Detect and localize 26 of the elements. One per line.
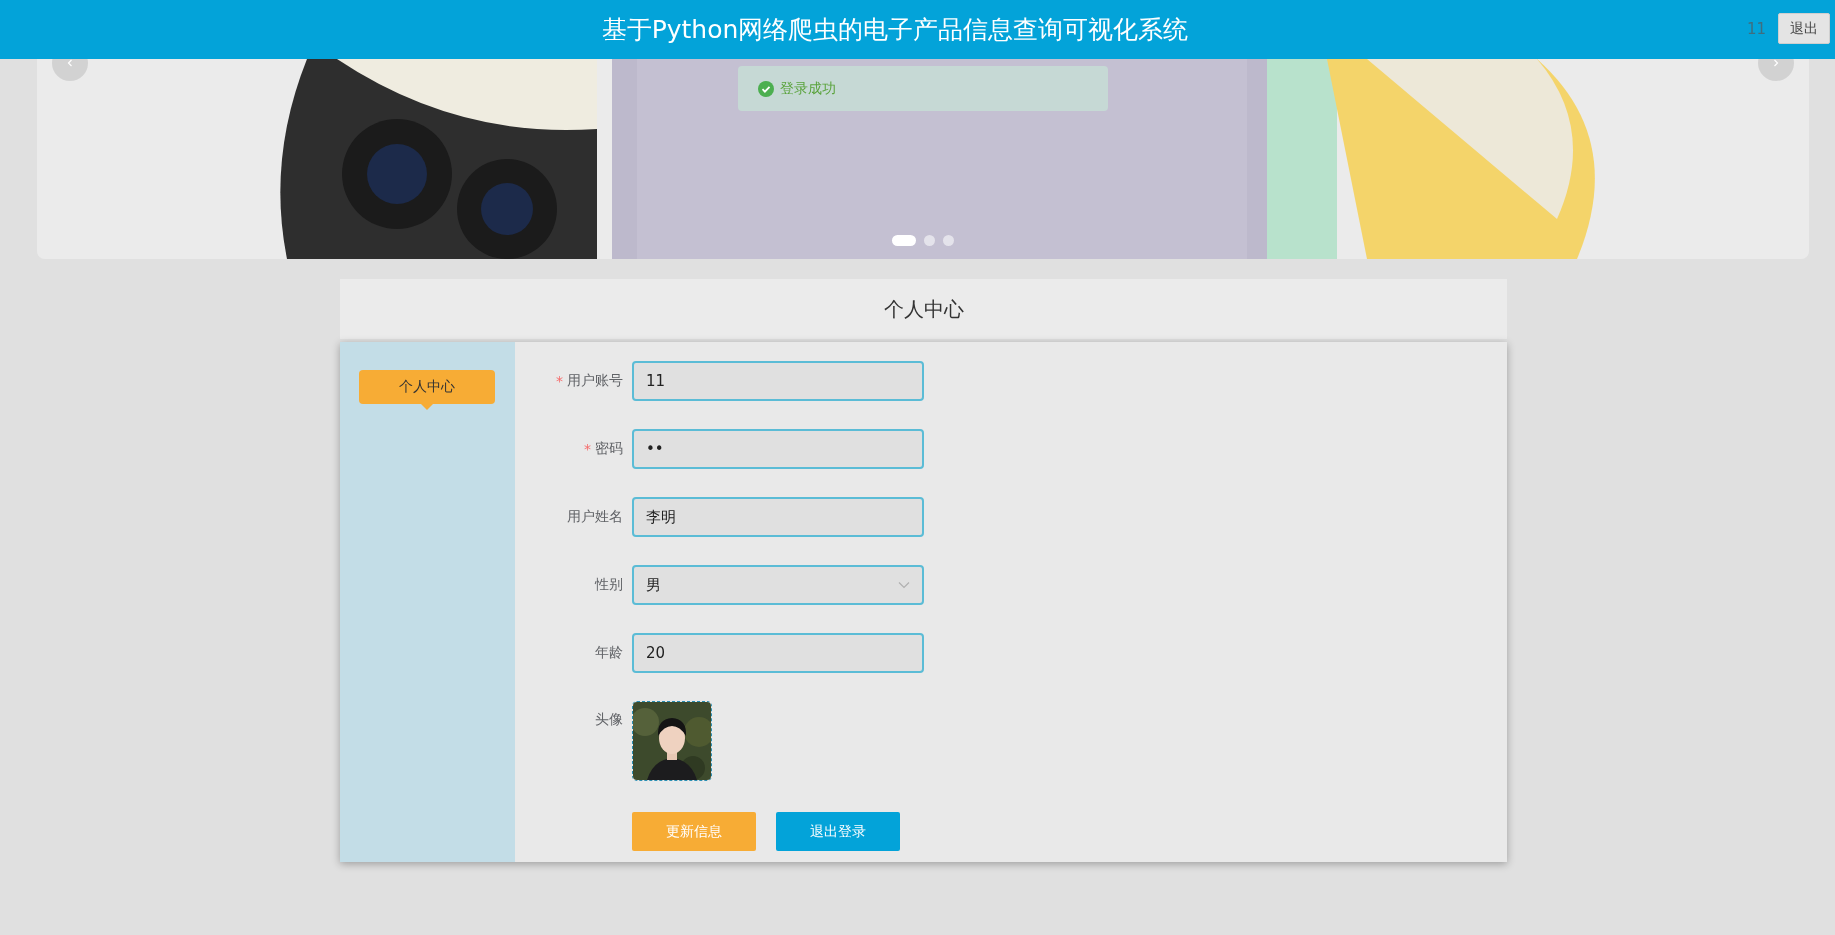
check-icon	[758, 80, 774, 97]
field-label: 头像	[595, 711, 623, 729]
toast-text: 登录成功	[780, 79, 836, 98]
slide-indicator[interactable]	[924, 235, 935, 246]
username: 11	[1746, 19, 1766, 38]
slide-indicator[interactable]	[892, 235, 916, 246]
logout-button[interactable]: 退出	[1778, 13, 1830, 44]
page-title: 个人中心	[883, 295, 964, 323]
required-mark: *	[584, 441, 591, 457]
field-label: 密码	[595, 440, 623, 458]
chevron-down-icon	[898, 581, 910, 589]
app-title: 基于Python网络爬虫的电子产品信息查询可视化系统	[601, 14, 1189, 46]
field-label: 年龄	[595, 644, 623, 662]
input-field[interactable]: 李明	[632, 497, 924, 537]
input-field[interactable]: 11	[632, 361, 924, 401]
chevron-left-icon	[65, 59, 75, 68]
required-mark: *	[556, 373, 563, 389]
field-label: 用户姓名	[567, 508, 623, 526]
password-field[interactable]: ••	[632, 429, 924, 469]
input-field[interactable]: 20	[632, 633, 924, 673]
select-field[interactable]: 男	[632, 565, 924, 605]
field-label: 用户账号	[567, 372, 623, 390]
chevron-right-icon	[1771, 59, 1781, 68]
slide-indicator[interactable]	[943, 235, 954, 246]
sidebar-item[interactable]: 个人中心	[359, 370, 495, 410]
field-label: 性别	[595, 576, 623, 594]
